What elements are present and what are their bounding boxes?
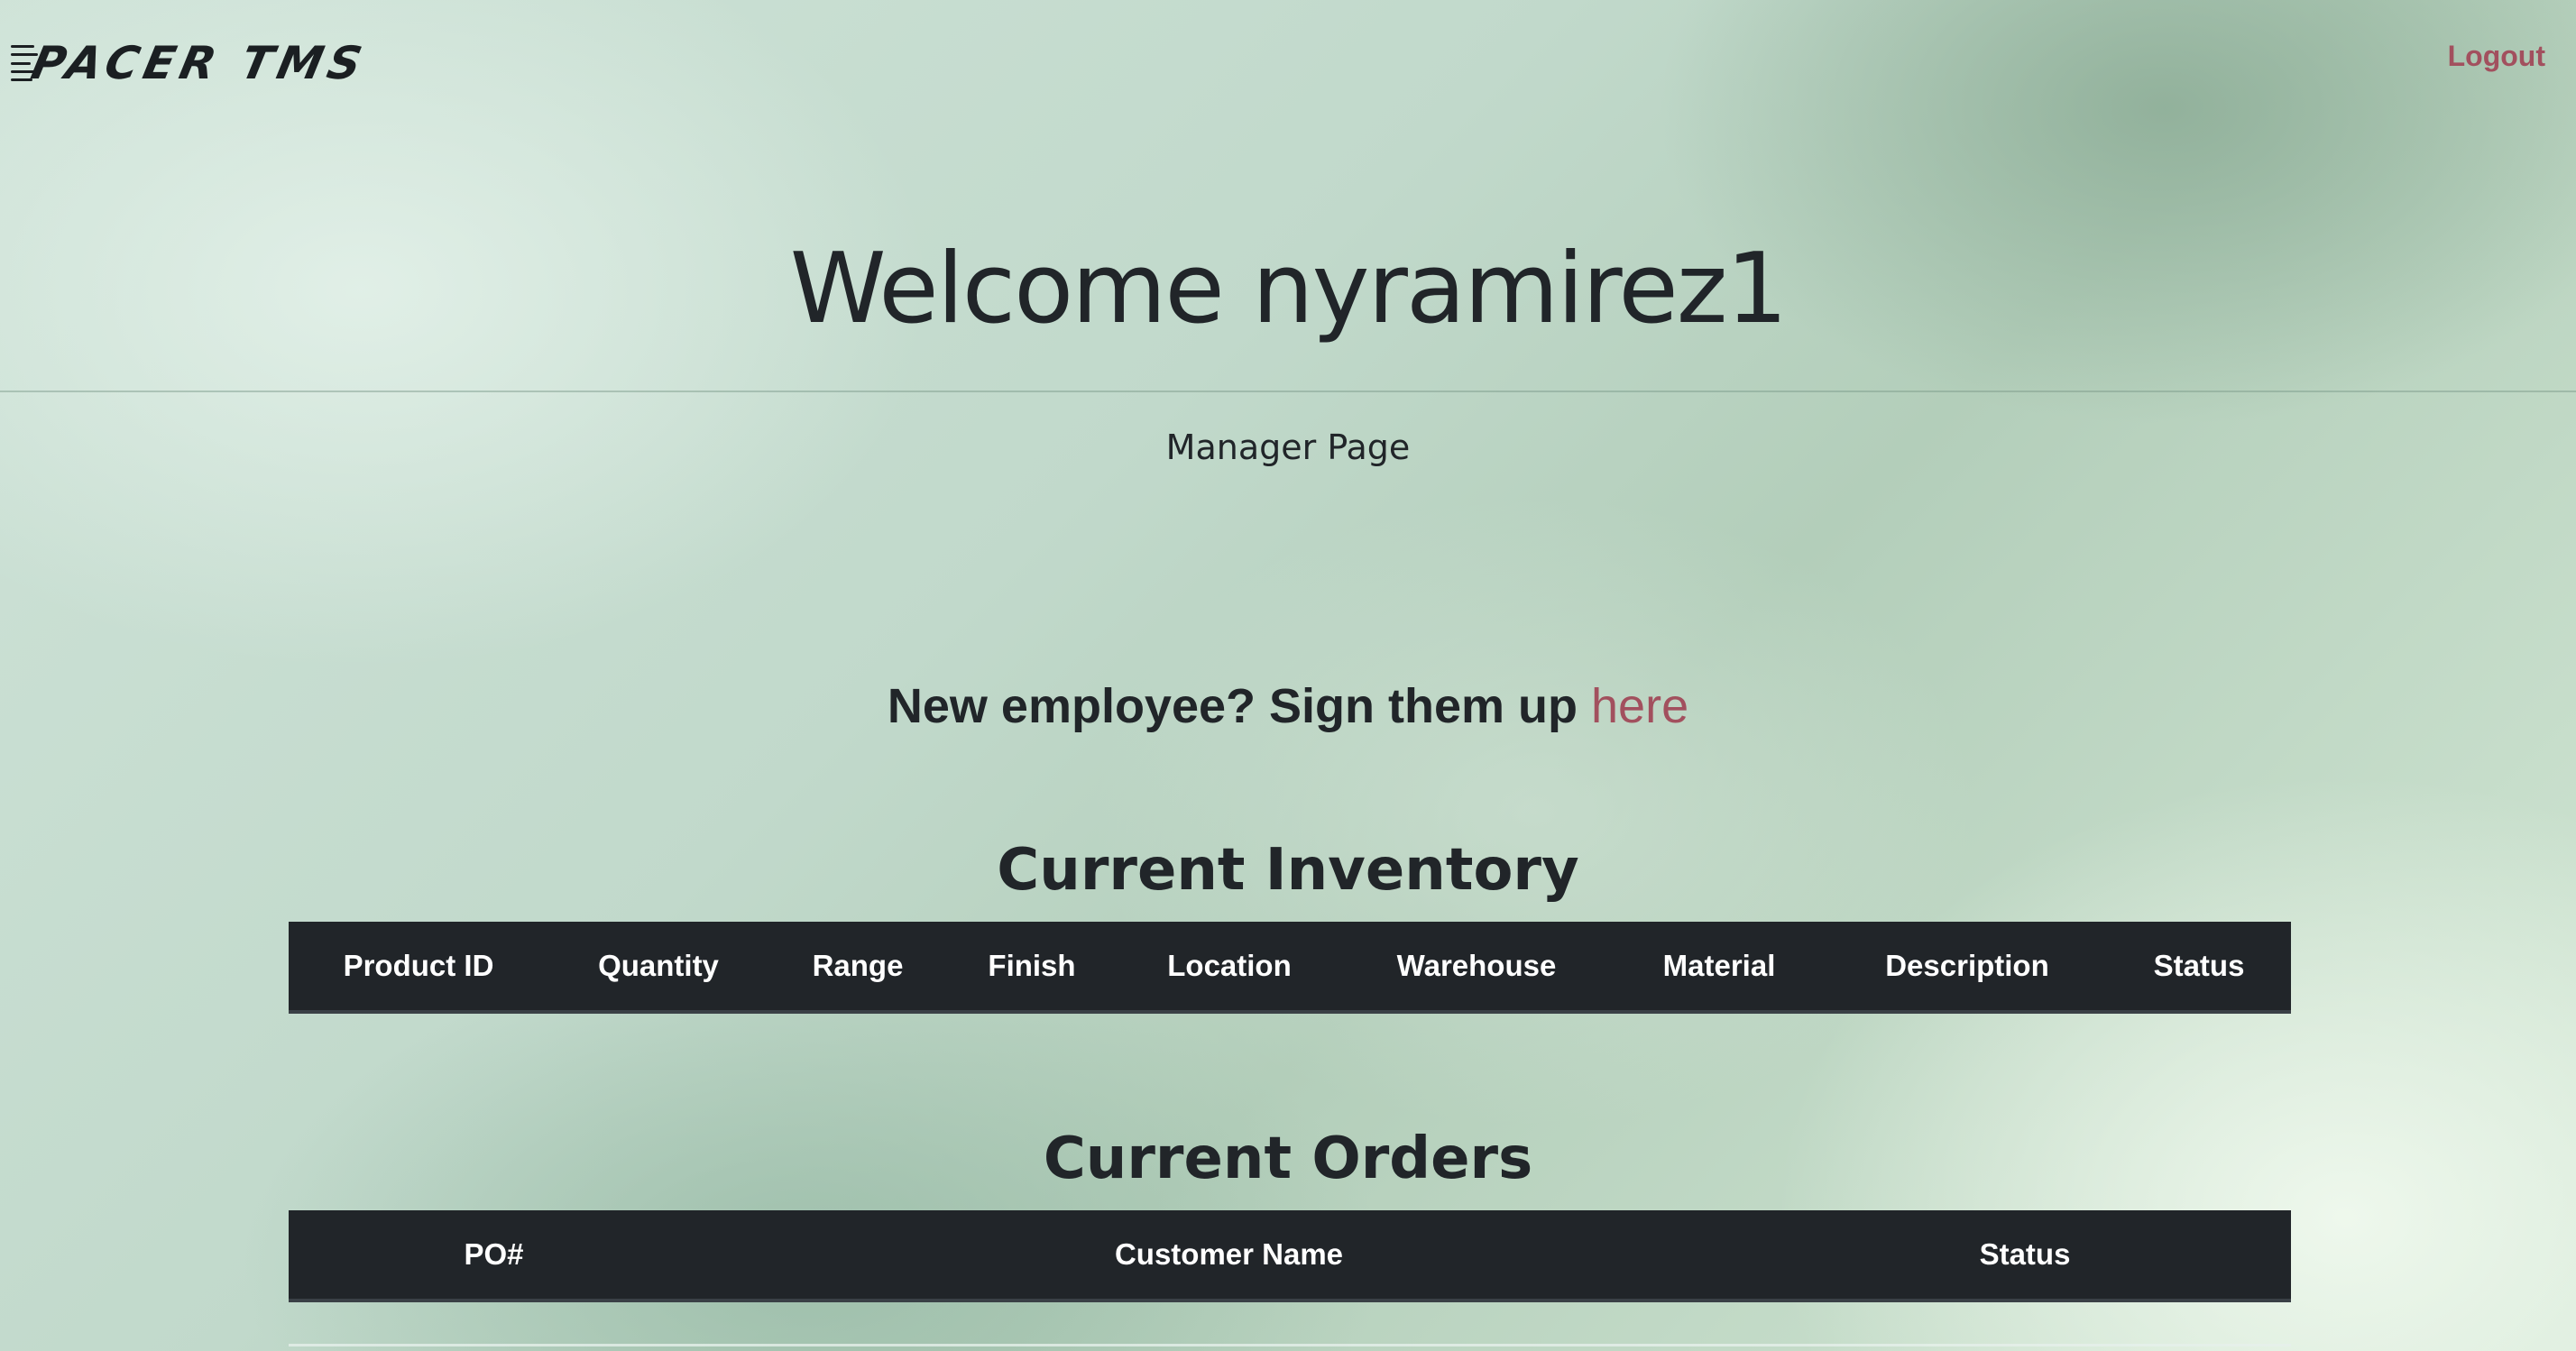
col-po-number: PO#: [289, 1210, 699, 1302]
brand-name: PACER TMS: [26, 37, 373, 89]
orders-title: Current Orders: [1043, 1126, 1533, 1192]
col-customer-name: Customer Name: [699, 1210, 1759, 1302]
logout-link[interactable]: Logout: [2448, 40, 2545, 73]
welcome-heading: Welcome nyramirez1: [789, 233, 1788, 345]
footer-divider: [289, 1344, 2291, 1346]
signup-link[interactable]: here: [1591, 679, 1688, 733]
col-product-id: Product ID: [289, 922, 548, 1014]
col-location: Location: [1117, 922, 1342, 1014]
top-navbar: PACER TMS Logout: [0, 0, 2576, 126]
col-warehouse: Warehouse: [1342, 922, 1611, 1014]
inventory-title: Current Inventory: [997, 837, 1579, 904]
col-material: Material: [1611, 922, 1827, 1014]
orders-header-row: PO# Customer Name Status: [289, 1210, 2291, 1302]
col-status: Status: [2107, 922, 2291, 1014]
page-subtitle: Manager Page: [1165, 427, 1411, 467]
col-range: Range: [768, 922, 947, 1014]
signup-prompt-text: New employee? Sign them up: [887, 679, 1592, 733]
orders-table: PO# Customer Name Status: [289, 1210, 2291, 1302]
inventory-table: Product ID Quantity Range Finish Locatio…: [289, 922, 2291, 1014]
brand-logo[interactable]: PACER TMS: [11, 34, 372, 92]
col-quantity: Quantity: [548, 922, 768, 1014]
header-divider: [0, 391, 2576, 392]
col-description: Description: [1827, 922, 2107, 1014]
col-finish: Finish: [947, 922, 1117, 1014]
signup-prompt: New employee? Sign them up here: [0, 678, 2576, 734]
col-order-status: Status: [1759, 1210, 2291, 1302]
inventory-header-row: Product ID Quantity Range Finish Locatio…: [289, 922, 2291, 1014]
